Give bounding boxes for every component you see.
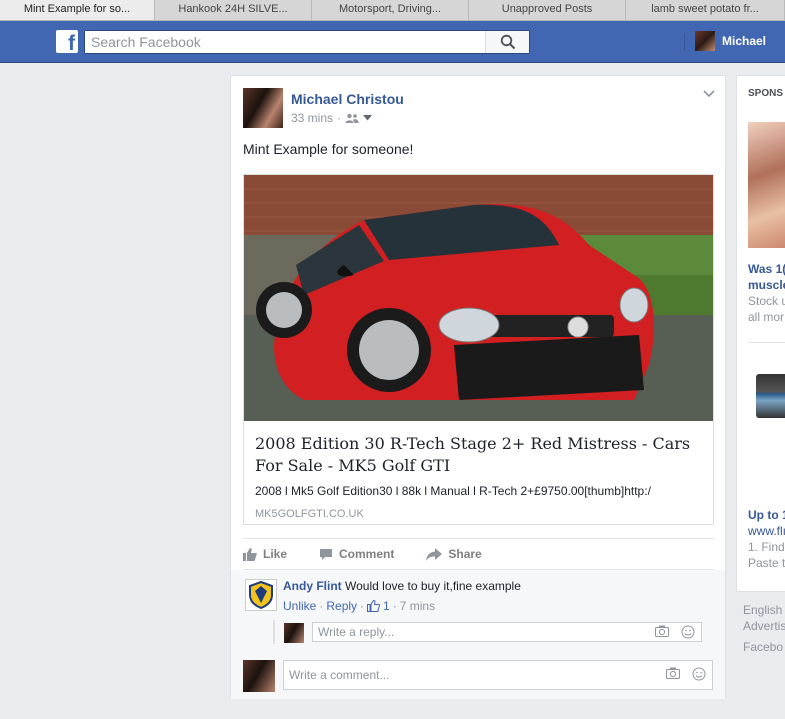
ad-title[interactable]: muscle bbox=[748, 278, 785, 292]
comment-input[interactable]: Write a comment... bbox=[283, 660, 713, 690]
ad-link[interactable]: www.flı bbox=[748, 524, 785, 538]
ad-text: 1. Find bbox=[748, 540, 785, 554]
author-avatar[interactable] bbox=[243, 88, 283, 128]
reply-input[interactable]: Write a reply... bbox=[312, 622, 702, 642]
browser-tab-4[interactable]: Unapproved Posts bbox=[469, 0, 626, 20]
caret-down-icon[interactable] bbox=[363, 115, 373, 121]
avatar bbox=[284, 623, 304, 643]
search-box bbox=[84, 30, 530, 54]
chevron-down-icon[interactable] bbox=[703, 90, 715, 98]
user-name: Michael bbox=[722, 34, 767, 48]
search-input[interactable] bbox=[85, 31, 483, 53]
shield-crest-icon bbox=[249, 581, 273, 609]
like-count-icon[interactable] bbox=[367, 600, 381, 612]
camera-icon[interactable] bbox=[655, 625, 669, 637]
sponsored-sidebar: SPONS Was 1( muscle Stock u all mor Up t… bbox=[736, 75, 785, 592]
facebook-header: f Michael bbox=[0, 21, 785, 63]
sponsored-heading: SPONS bbox=[748, 88, 784, 99]
comment-body: Andy Flint Would love to buy it,fine exa… bbox=[283, 579, 521, 593]
emoji-icon[interactable] bbox=[681, 625, 695, 639]
post-meta: 33 mins · bbox=[291, 111, 373, 125]
reply-link[interactable]: Reply bbox=[326, 599, 357, 613]
ad-image[interactable] bbox=[756, 374, 785, 418]
browser-tab-2[interactable]: Hankook 24H SILVE... bbox=[155, 0, 312, 20]
profile-link[interactable]: Michael bbox=[695, 31, 766, 51]
like-button[interactable]: Like bbox=[243, 547, 287, 561]
commenter-avatar[interactable] bbox=[245, 579, 277, 611]
feed-post: Michael Christou 33 mins · Mint Example … bbox=[230, 75, 726, 699]
camera-icon[interactable] bbox=[666, 667, 680, 679]
divider bbox=[748, 342, 785, 343]
browser-tab-3[interactable]: Motorsport, Driving... bbox=[312, 0, 469, 20]
ad-text: Stock u bbox=[748, 294, 785, 308]
thumbs-up-icon bbox=[243, 547, 257, 561]
ad-title[interactable]: Was 1( bbox=[748, 262, 785, 276]
comment-actions: Unlike · Reply · 1 · 7 mins bbox=[283, 599, 436, 613]
post-text: Mint Example for someone! bbox=[243, 141, 414, 157]
friends-icon[interactable] bbox=[345, 113, 359, 123]
comment-time[interactable]: 7 mins bbox=[400, 599, 435, 613]
browser-tab-bar: Mint Example for so... Hankook 24H SILVE… bbox=[0, 0, 785, 21]
comment-author[interactable]: Andy Flint bbox=[283, 579, 342, 593]
link-description: 2008 l Mk5 Golf Edition30 l 88k l Manual… bbox=[255, 484, 651, 498]
post-time[interactable]: 33 mins bbox=[291, 111, 333, 125]
footer-facebook[interactable]: Facebo bbox=[743, 640, 783, 654]
car-photo bbox=[244, 175, 713, 421]
emoji-icon[interactable] bbox=[692, 667, 706, 681]
link-title[interactable]: 2008 Edition 30 R-Tech Stage 2+ Red Mist… bbox=[255, 433, 702, 477]
like-count[interactable]: 1 bbox=[383, 599, 390, 613]
ad-text: all mor bbox=[748, 310, 785, 324]
search-icon bbox=[500, 34, 515, 50]
comments-section: Andy Flint Would love to buy it,fine exa… bbox=[231, 570, 725, 699]
link-preview[interactable]: 2008 Edition 30 R-Tech Stage 2+ Red Mist… bbox=[243, 174, 714, 525]
ad-text: Paste t bbox=[748, 556, 785, 570]
post-actions: Like Comment Share bbox=[243, 538, 714, 570]
browser-tab-1[interactable]: Mint Example for so... bbox=[0, 0, 155, 20]
browser-tab-5[interactable]: lamb sweet potato fr... bbox=[626, 0, 785, 20]
reply-box: Write a reply... bbox=[273, 620, 703, 644]
avatar bbox=[243, 660, 275, 692]
footer-advertising[interactable]: Advertis bbox=[743, 619, 785, 633]
unlike-link[interactable]: Unlike bbox=[283, 599, 316, 613]
share-button[interactable]: Share bbox=[426, 547, 482, 561]
link-preview-image[interactable] bbox=[244, 175, 713, 421]
post-author[interactable]: Michael Christou bbox=[291, 91, 404, 107]
avatar bbox=[695, 31, 715, 51]
ad-image[interactable] bbox=[748, 122, 785, 248]
comment-text: Would love to buy it,fine example bbox=[345, 579, 521, 593]
search-button[interactable] bbox=[485, 31, 529, 53]
facebook-logo-icon[interactable]: f bbox=[56, 30, 78, 55]
footer-language[interactable]: English bbox=[743, 603, 782, 617]
share-icon bbox=[426, 547, 443, 561]
ad-title[interactable]: Up to 1 bbox=[748, 508, 785, 522]
link-domain: MK5GOLFGTI.CO.UK bbox=[255, 508, 364, 520]
comment-icon bbox=[320, 548, 333, 560]
comment-button[interactable]: Comment bbox=[319, 547, 394, 561]
header-divider bbox=[684, 33, 685, 51]
